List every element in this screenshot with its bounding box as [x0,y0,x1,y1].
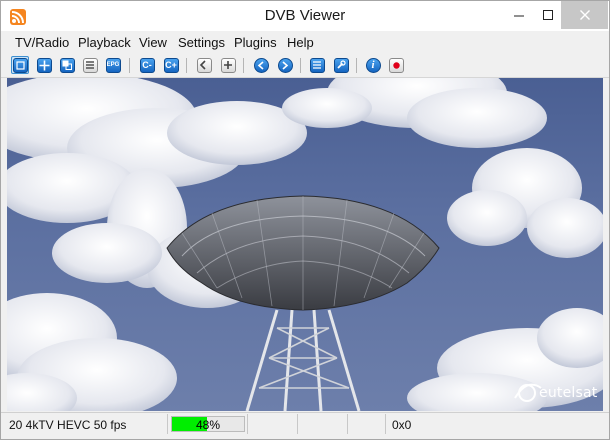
channel-up-icon: C+ [163,57,179,73]
record-button[interactable] [387,56,405,74]
toolbar-separator [129,58,130,73]
toolbar-separator [356,58,357,73]
channel-list-icon [309,57,325,73]
maximize-button[interactable] [534,1,562,29]
app-window: DVB Viewer TV/Radio Playback View Settin… [0,0,610,440]
move-window-button[interactable] [35,56,53,74]
move-window-icon [36,57,52,73]
channel-down-icon: C- [139,57,155,73]
settings-button[interactable] [332,56,350,74]
video-display[interactable]: eutelsat [7,78,603,411]
menu-playback[interactable]: Playback [78,35,131,50]
close-icon [579,10,590,20]
epg-icon: EPG [105,57,121,73]
menu-help[interactable]: Help [287,35,314,50]
cloud-lower-left [7,293,177,411]
info-button[interactable]: i [364,56,382,74]
favorites-back-button[interactable] [195,56,213,74]
next-icon [277,57,293,73]
status-cell-coords: 0x0 [386,414,609,434]
fullscreen-button[interactable] [11,56,29,74]
close-button[interactable] [561,1,608,29]
status-cell-empty-1 [248,414,298,434]
picture-in-picture-icon [59,57,75,73]
status-cell-empty-2 [298,414,348,434]
favorites-back-icon [196,57,212,73]
settings-wrench-icon [333,57,349,73]
channel-down-button[interactable]: C- [138,56,156,74]
favorites-add-icon [220,57,236,73]
channel-info: 20 4kTV HEVC 50 fps [9,418,127,432]
menu-view[interactable]: View [139,35,167,50]
status-cell-channel: 20 4kTV HEVC 50 fps [1,414,168,434]
toolbar-separator [186,58,187,73]
channel-up-button[interactable]: C+ [162,56,180,74]
teletext-icon [82,57,98,73]
picture-in-picture-button[interactable] [58,56,76,74]
menu-bar: TV/Radio Playback View Settings Plugins … [1,31,609,53]
channel-list-button[interactable] [308,56,326,74]
favorites-add-button[interactable] [219,56,237,74]
teletext-button[interactable] [81,56,99,74]
previous-button[interactable] [252,56,270,74]
toolbar-separator [243,58,244,73]
status-coordinates: 0x0 [392,418,412,432]
minimize-button[interactable] [505,1,533,29]
status-cell-empty-3 [348,414,386,434]
toolbar: EPG C- C+ i [1,53,609,78]
toolbar-separator [300,58,301,73]
previous-icon [253,57,269,73]
fullscreen-icon [12,57,28,73]
next-button[interactable] [276,56,294,74]
video-frame [7,78,603,411]
info-icon: i [365,57,381,73]
menu-plugins[interactable]: Plugins [234,35,277,50]
epg-button[interactable]: EPG [104,56,122,74]
menu-settings[interactable]: Settings [178,35,225,50]
record-icon [388,57,404,73]
title-bar: DVB Viewer [1,1,609,31]
eutelsat-logo-text: eutelsat [539,385,598,401]
status-cell-signal [168,414,248,434]
status-bar: 20 4kTV HEVC 50 fps 48% 0x0 [1,412,609,434]
menu-tv-radio[interactable]: TV/Radio [15,35,69,50]
